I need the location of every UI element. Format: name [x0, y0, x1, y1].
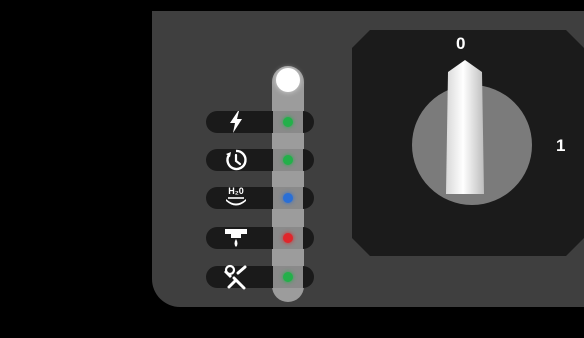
water-label: H₂0	[228, 186, 244, 196]
control-panel-scene: H₂0 0 1	[0, 0, 584, 338]
led-water	[283, 193, 293, 203]
lightning-icon	[222, 108, 250, 136]
timer-icon	[222, 146, 250, 174]
top-status-lamp	[276, 68, 300, 92]
water-icon: H₂0	[222, 183, 250, 211]
selector-switch-knob[interactable]	[444, 60, 486, 194]
led-drip	[283, 233, 293, 243]
shower-drip-icon	[222, 224, 250, 252]
led-timer	[283, 155, 293, 165]
led-power	[283, 117, 293, 127]
switch-position-1-label: 1	[556, 136, 566, 155]
maintenance-tools-icon	[222, 263, 250, 291]
led-maintenance	[283, 272, 293, 282]
switch-position-0-label: 0	[456, 34, 466, 53]
